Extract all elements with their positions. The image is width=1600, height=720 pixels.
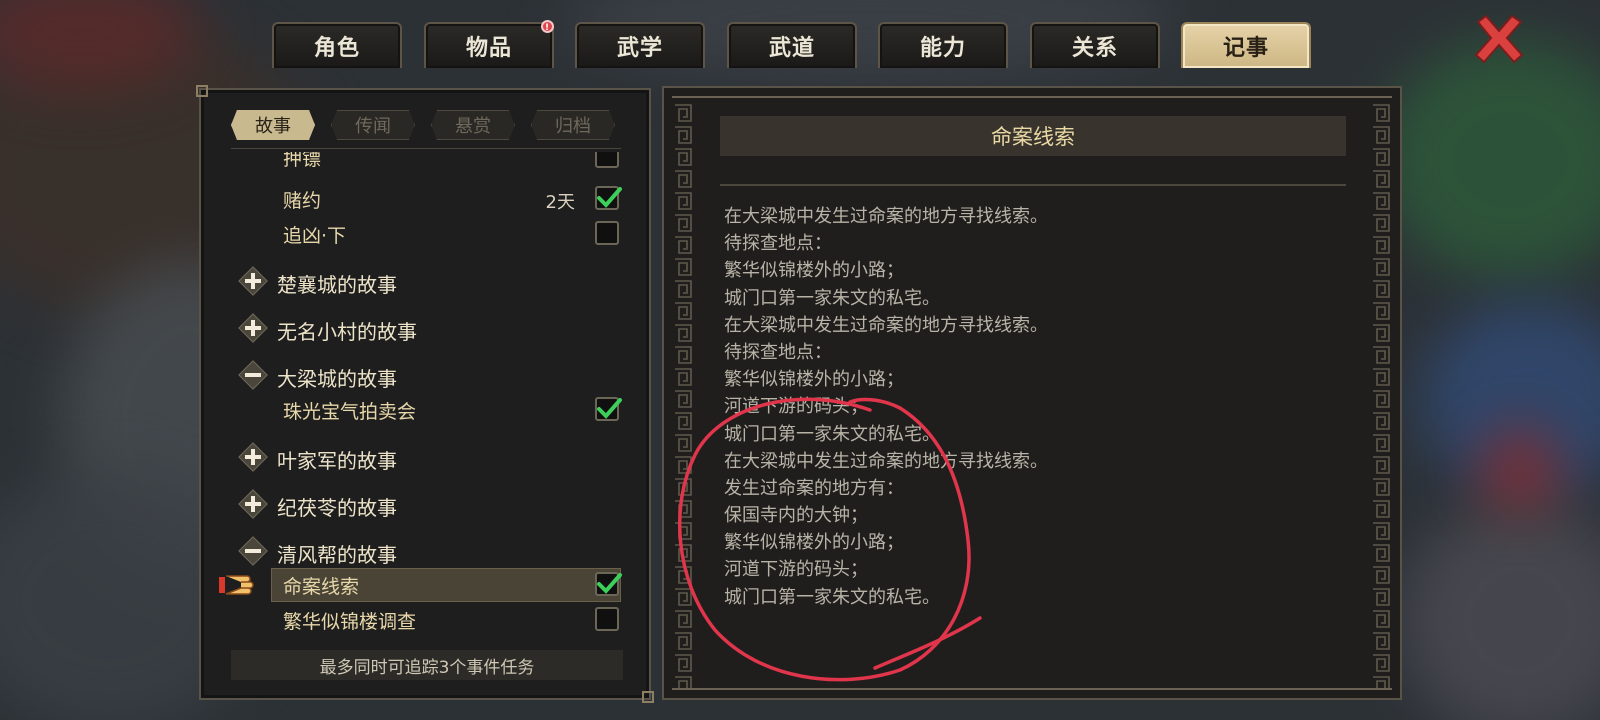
track-checkbox[interactable] [595,397,622,421]
story-group[interactable]: 叶家军的故事 [201,440,653,474]
story-group[interactable]: 楚襄城的故事 [201,264,653,298]
description-line: 保国寺内的大钟； [724,505,868,527]
task-label: 押镖 [283,152,322,170]
detail-description: 在大梁城中发生过命案的地方寻找线索。 待探查地点： 繁华似锦楼外的小路； 城门口… [724,202,1344,610]
description-line: 在大梁城中发生过命案的地方寻找线索。 [724,206,1048,227]
tab-label: 武道 [768,36,815,61]
story-group[interactable]: 纪茯苓的故事 [201,487,653,521]
close-button[interactable] [1472,12,1526,66]
track-checkbox[interactable] [595,186,622,210]
description-line: 城门口第一家朱文的私宅。 [724,423,940,445]
tab-martial-arts[interactable]: 武学 [575,22,705,68]
plus-icon[interactable] [236,311,270,345]
tab-journal[interactable]: 记事 [1181,22,1311,68]
divider [231,148,621,149]
tab-label: 物品 [465,36,512,61]
subtab-label: 悬赏 [455,116,491,137]
list-item-selected[interactable]: 命案线索 [201,568,653,602]
list-item[interactable]: 押镖 [201,152,653,174]
decorative-border [672,102,694,688]
detail-title: 命案线索 [720,116,1346,156]
tab-martial-way[interactable]: 武道 [727,22,857,68]
task-label: 繁华似锦楼调查 [283,611,417,633]
track-checkbox[interactable] [595,152,619,168]
tracking-limit-note: 最多同时可追踪3个事件任务 [231,650,623,680]
list-item[interactable]: 繁华似锦楼调查 [201,603,653,637]
description-line: 待探查地点： [724,341,832,363]
story-group[interactable]: 清风帮的故事 [201,534,653,568]
track-checkbox[interactable] [595,572,622,596]
task-label: 珠光宝气拍卖会 [283,401,417,423]
group-label: 无名小村的故事 [277,320,417,344]
description-line: 发生过命案的地方有： [724,477,904,499]
days-remaining: 2天 [545,192,575,213]
description-line: 待探查地点： [724,233,832,255]
divider [720,184,1346,186]
minus-icon[interactable] [236,358,270,392]
description-line: 城门口第一家朱文的私宅。 [724,586,940,608]
track-checkbox[interactable] [595,221,619,245]
task-label: 赌约 [283,190,322,212]
group-label: 大梁城的故事 [277,367,397,391]
list-item[interactable]: 追凶·下 [201,217,653,251]
subtab-label: 故事 [255,116,291,137]
description-line: 在大梁城中发生过命案的地方寻找线索。 [724,314,1048,336]
decorative-border [1370,102,1392,688]
subtab-label: 传闻 [355,116,391,137]
journal-list-panel: 故事 传闻 悬赏 归档 押镖 赌约 2天 追凶·下 楚襄城的故事 无名小村的故事… [196,85,654,703]
checkmark-icon [597,398,622,419]
task-label: 追凶·下 [283,225,347,247]
tab-items[interactable]: 物品! [424,20,554,68]
group-label: 叶家军的故事 [277,449,397,473]
tab-label: 关系 [1071,36,1118,61]
group-label: 清风帮的故事 [277,543,397,567]
close-icon [1474,14,1524,64]
track-checkbox[interactable] [595,607,619,631]
notification-badge: ! [541,20,554,33]
decorative-border [672,682,1392,690]
description-line: 城门口第一家朱文的私宅。 [724,287,940,309]
task-label: 命案线索 [283,576,360,598]
description-line: 河道下游的码头； [724,396,868,418]
list-item[interactable]: 珠光宝气拍卖会 [201,393,653,427]
tab-label: 武学 [616,36,663,61]
plus-icon[interactable] [236,440,270,474]
pointing-hand-icon [219,575,254,595]
plus-icon[interactable] [236,487,270,521]
subtab-bounties[interactable]: 悬赏 [431,110,515,140]
tab-label: 能力 [919,36,966,61]
subtab-archive[interactable]: 归档 [531,110,615,140]
tab-label: 角色 [313,36,360,61]
description-line: 繁华似锦楼外的小路； [724,369,904,391]
checkmark-icon [597,187,622,208]
checkmark-icon [597,573,622,594]
subtab-stories[interactable]: 故事 [231,110,315,140]
description-line: 繁华似锦楼外的小路； [724,260,904,282]
subtab-label: 归档 [555,116,591,137]
description-line: 河道下游的码头； [724,559,868,581]
tab-relations[interactable]: 关系 [1030,22,1160,68]
story-group[interactable]: 无名小村的故事 [201,311,653,345]
tab-label: 记事 [1222,36,1269,61]
subtab-rumors[interactable]: 传闻 [331,110,415,140]
plus-icon[interactable] [236,264,270,298]
story-group[interactable]: 大梁城的故事 [201,358,653,392]
group-label: 楚襄城的故事 [277,273,397,297]
group-label: 纪茯苓的故事 [277,496,397,520]
minus-icon[interactable] [236,534,270,568]
list-item[interactable]: 赌约 2天 [201,182,653,216]
decorative-border [672,96,1392,104]
tab-character[interactable]: 角色 [272,22,402,68]
detail-panel: 命案线索 在大梁城中发生过命案的地方寻找线索。 待探查地点： 繁华似锦楼外的小路… [662,86,1402,700]
description-line: 在大梁城中发生过命案的地方寻找线索。 [724,450,1048,472]
description-line: 繁华似锦楼外的小路； [724,532,904,554]
story-list[interactable]: 押镖 赌约 2天 追凶·下 楚襄城的故事 无名小村的故事 大梁城的故事 珠光宝气… [201,152,653,642]
tab-abilities[interactable]: 能力 [878,22,1008,68]
